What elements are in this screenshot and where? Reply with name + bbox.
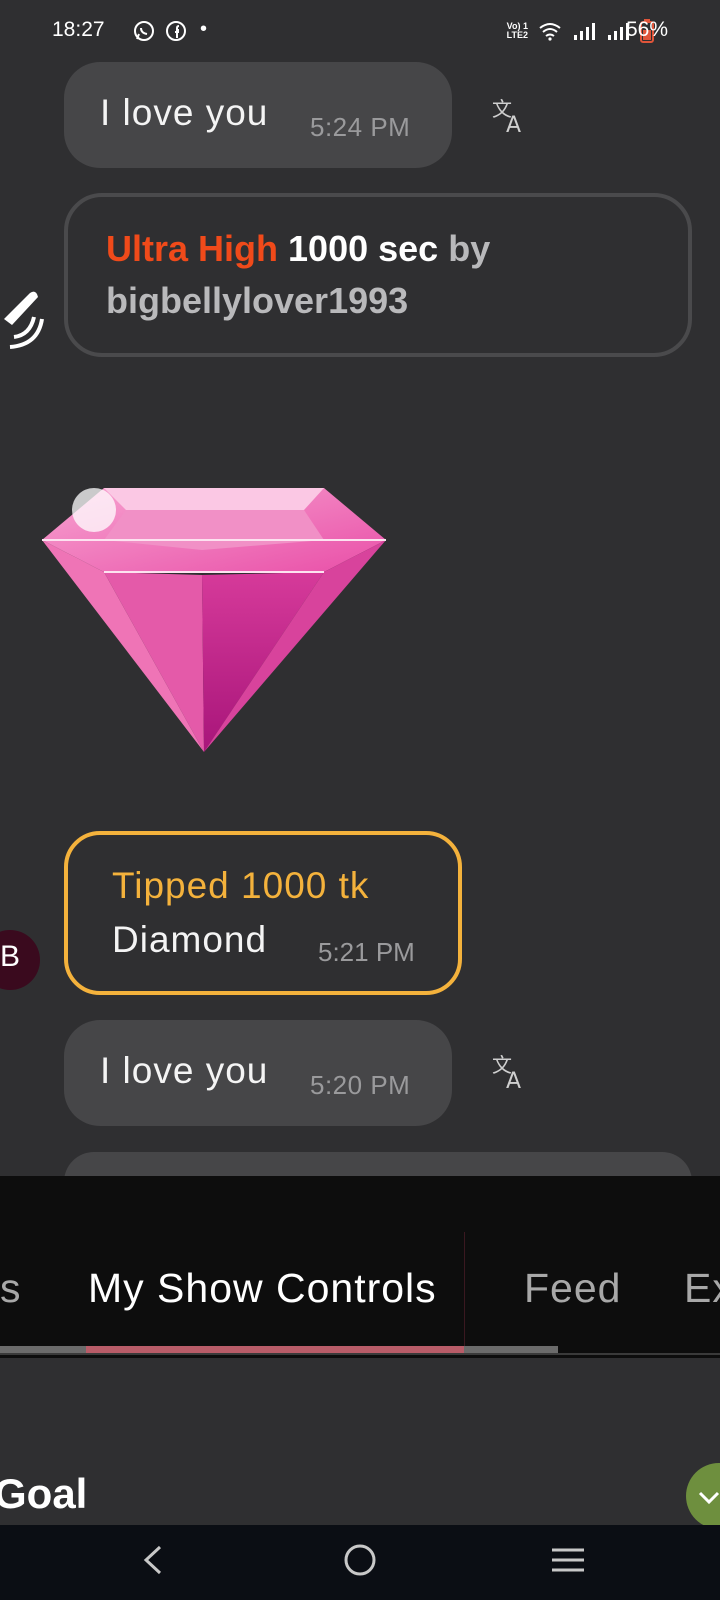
system-nav-bar xyxy=(0,1525,720,1600)
tab-divider xyxy=(464,1232,465,1352)
volte-badge: Vo) 1 LTE2 xyxy=(507,22,528,40)
vibe-event-card: Ultra High 1000 sec by bigbellylover1993 xyxy=(64,193,692,357)
message-text: I love you xyxy=(100,92,269,133)
vibe-by: by xyxy=(448,228,491,269)
status-bar: 18:27 • Vo) 1 LTE2 56% xyxy=(0,0,720,62)
status-time: 18:27 xyxy=(52,18,105,41)
chevron-down-icon xyxy=(698,1491,720,1505)
tip-time: 5:21 PM xyxy=(318,937,415,967)
translate-icon[interactable]: 文 A xyxy=(490,1052,530,1092)
avatar[interactable]: B xyxy=(0,930,40,990)
avatar-letter: B xyxy=(0,940,21,973)
svg-text:A: A xyxy=(506,1069,521,1092)
volte-bottom: LTE2 xyxy=(506,30,528,40)
vibe-duration: 1000 sec xyxy=(288,228,439,269)
tab-feed[interactable]: Feed xyxy=(524,1265,621,1312)
recents-icon[interactable] xyxy=(550,1545,586,1575)
tab-my-show-controls[interactable]: My Show Controls xyxy=(88,1265,437,1312)
tip-gift-name: Diamond xyxy=(112,919,268,960)
translate-icon[interactable]: 文 A xyxy=(490,96,530,136)
whatsapp-icon xyxy=(134,21,154,41)
goal-section xyxy=(0,1415,720,1525)
message-time: 5:20 PM xyxy=(310,1070,411,1100)
message-text: I love you xyxy=(100,1050,269,1091)
back-icon[interactable] xyxy=(138,1543,168,1577)
message-time: 5:24 PM xyxy=(310,112,411,142)
diamond-gift-image xyxy=(42,488,386,752)
facebook-icon xyxy=(166,21,186,41)
chat-message[interactable]: I love you 5:24 PM xyxy=(64,62,452,168)
vibration-icon xyxy=(4,291,44,349)
wifi-icon xyxy=(539,23,561,41)
tab-extra[interactable]: Ex xyxy=(684,1265,720,1312)
tip-card: Tipped 1000 tk Diamond 5:21 PM xyxy=(64,831,462,995)
vibe-level: Ultra High xyxy=(106,228,279,269)
notification-dot: • xyxy=(200,18,208,40)
home-icon[interactable] xyxy=(342,1542,378,1578)
goal-title: Goal xyxy=(0,1470,88,1517)
battery-percent: 56% xyxy=(625,18,668,41)
tab-bottom-line xyxy=(0,1353,720,1355)
chat-message[interactable]: I love you 5:20 PM xyxy=(64,1020,452,1126)
signal-icon-1 xyxy=(574,23,595,40)
tab-previous[interactable]: s xyxy=(0,1265,22,1312)
svg-text:A: A xyxy=(506,113,521,136)
vibe-username: bigbellylover1993 xyxy=(106,280,409,321)
tip-amount: Tipped 1000 tk xyxy=(112,865,370,906)
